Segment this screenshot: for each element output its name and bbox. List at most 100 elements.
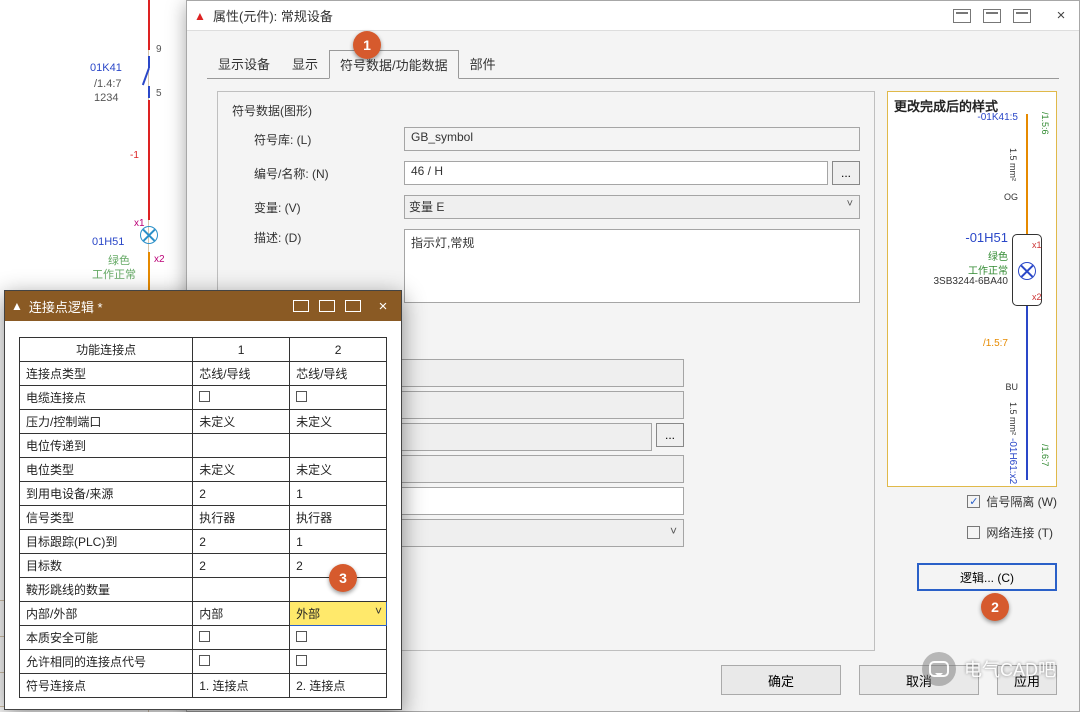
table-cell[interactable] — [290, 434, 387, 458]
tab-bar: 显示设备 显示 符号数据/功能数据 部件 — [187, 31, 1079, 78]
table-cell[interactable]: 执行器 — [193, 506, 290, 530]
table-cell[interactable] — [193, 650, 290, 674]
signal-isolation-checkbox[interactable]: ✓信号隔离 (W) — [967, 493, 1057, 510]
checkbox-icon[interactable] — [296, 391, 307, 402]
row-label: 电位传递到 — [20, 434, 193, 458]
table-cell[interactable]: 内部 — [193, 602, 290, 626]
row-label: 电位类型 — [20, 458, 193, 482]
tab-display[interactable]: 显示 — [281, 49, 329, 78]
dialog-titlebar[interactable]: ▲ 属性(元件): 常规设备 × — [187, 1, 1079, 31]
browse-button[interactable]: ... — [832, 161, 860, 185]
preview-og: OG — [1004, 192, 1018, 202]
preview-wire — [1026, 114, 1028, 234]
table-cell[interactable]: 2. 连接点 — [290, 674, 387, 698]
close-icon[interactable]: × — [1049, 7, 1073, 24]
table-cell[interactable]: 未定义 — [193, 458, 290, 482]
window-layout-icon[interactable] — [293, 300, 309, 312]
table-row[interactable]: 内部/外部内部外部 — [20, 602, 387, 626]
preview-bottom-sub: /1.6:7 — [1040, 444, 1050, 467]
table-cell[interactable]: 1 — [290, 530, 387, 554]
table-row[interactable]: 目标跟踪(PLC)到21 — [20, 530, 387, 554]
checkbox-icon[interactable] — [199, 391, 210, 402]
table-cell[interactable]: 执行器 — [290, 506, 387, 530]
table-cell[interactable] — [290, 386, 387, 410]
table-row[interactable]: 电位传递到 — [20, 434, 387, 458]
table-cell[interactable] — [290, 626, 387, 650]
side-options: ✓信号隔离 (W) 网络连接 (T) — [967, 493, 1057, 555]
watermark: 电气CAD吧 — [922, 652, 1056, 686]
window-layout-icon[interactable] — [319, 300, 335, 312]
logic-button[interactable]: 逻辑... (C) — [917, 563, 1057, 591]
col-header: 功能连接点 — [20, 338, 193, 362]
table-cell[interactable] — [193, 434, 290, 458]
table-cell[interactable]: 1 — [290, 482, 387, 506]
component-subref: /1.4:7 — [94, 78, 122, 90]
preview-x1: x1 — [1032, 240, 1042, 250]
table-cell[interactable]: 2 — [193, 530, 290, 554]
table-row[interactable]: 连接点类型芯线/导线芯线/导线 — [20, 362, 387, 386]
preview-pane: 更改完成后的样式 -01K41:5 /1.5:6 1.5 mm² OG -01H… — [887, 91, 1057, 487]
table-cell[interactable]: 未定义 — [290, 458, 387, 482]
preview-bu: BU — [1005, 382, 1018, 392]
table-cell[interactable]: 芯线/导线 — [193, 362, 290, 386]
window-layout-icon[interactable] — [1013, 9, 1031, 23]
table-cell[interactable]: 1. 连接点 — [193, 674, 290, 698]
checkbox-icon[interactable] — [296, 655, 307, 666]
window-layout-icon[interactable] — [345, 300, 361, 312]
connection-point-table[interactable]: 功能连接点 1 2 连接点类型芯线/导线芯线/导线电缆连接点压力/控制端口未定义… — [19, 337, 387, 698]
checkbox-icon[interactable] — [199, 631, 210, 642]
description-field[interactable]: 指示灯,常规 — [404, 229, 860, 303]
wechat-icon — [922, 652, 956, 686]
component-status: 工作正常 — [92, 266, 136, 282]
subdialog-titlebar[interactable]: ▲ 连接点逻辑 * × — [5, 291, 401, 321]
table-row[interactable]: 信号类型执行器执行器 — [20, 506, 387, 530]
table-row[interactable]: 电缆连接点 — [20, 386, 387, 410]
table-cell[interactable] — [290, 650, 387, 674]
table-cell[interactable]: 2 — [193, 554, 290, 578]
component-ref: 01K41 — [90, 62, 122, 74]
row-label: 符号连接点 — [20, 674, 193, 698]
table-row[interactable]: 到用电设备/来源21 — [20, 482, 387, 506]
table-row[interactable]: 电位类型未定义未定义 — [20, 458, 387, 482]
table-cell[interactable]: 未定义 — [290, 410, 387, 434]
table-cell[interactable] — [193, 386, 290, 410]
preview-color: 绿色 — [988, 248, 1008, 263]
table-cell[interactable]: 芯线/导线 — [290, 362, 387, 386]
row-label: 内部/外部 — [20, 602, 193, 626]
network-connection-checkbox[interactable]: 网络连接 (T) — [967, 524, 1057, 541]
variant-select[interactable]: 变量 E — [404, 195, 860, 219]
close-icon[interactable]: × — [371, 298, 395, 315]
table-cell[interactable] — [193, 626, 290, 650]
component-ref: 01H51 — [92, 236, 124, 248]
ok-button[interactable]: 确定 — [721, 665, 841, 695]
field-label-variant: 变量: (V) — [254, 199, 404, 216]
browse-button[interactable]: ... — [656, 423, 684, 447]
watermark-text: 电气CAD吧 — [964, 656, 1056, 682]
checkbox-icon[interactable] — [296, 631, 307, 642]
wire — [148, 252, 150, 292]
table-row[interactable]: 本质安全可能 — [20, 626, 387, 650]
checkbox-icon[interactable] — [199, 655, 210, 666]
number-name-field[interactable]: 46 / H — [404, 161, 828, 185]
table-cell[interactable]: 2 — [193, 482, 290, 506]
switch-symbol — [140, 56, 156, 96]
field-label-number: 编号/名称: (N) — [254, 165, 404, 182]
table-row[interactable]: 允许相同的连接点代号 — [20, 650, 387, 674]
preview-ref: -01K41:5 — [977, 112, 1018, 123]
window-layout-icon[interactable] — [983, 9, 1001, 23]
preview-title: 更改完成后的样式 — [888, 92, 1056, 119]
window-layout-icon[interactable] — [953, 9, 971, 23]
table-row[interactable]: 压力/控制端口未定义未定义 — [20, 410, 387, 434]
col-header: 2 — [290, 338, 387, 362]
table-cell[interactable] — [193, 578, 290, 602]
connection-logic-dialog: ▲ 连接点逻辑 * × 功能连接点 1 2 连接点类型芯线/导线芯线/导线电缆连… — [4, 290, 402, 710]
tab-parts[interactable]: 部件 — [459, 49, 507, 78]
row-label: 允许相同的连接点代号 — [20, 650, 193, 674]
table-cell[interactable]: 未定义 — [193, 410, 290, 434]
tab-symbol-data[interactable]: 符号数据/功能数据 — [329, 50, 459, 79]
tab-display-device[interactable]: 显示设备 — [207, 49, 281, 78]
preview-status: 工作正常 — [968, 262, 1008, 277]
table-cell[interactable]: 外部 — [290, 602, 387, 626]
table-row[interactable]: 符号连接点1. 连接点2. 连接点 — [20, 674, 387, 698]
app-icon: ▲ — [11, 299, 23, 313]
